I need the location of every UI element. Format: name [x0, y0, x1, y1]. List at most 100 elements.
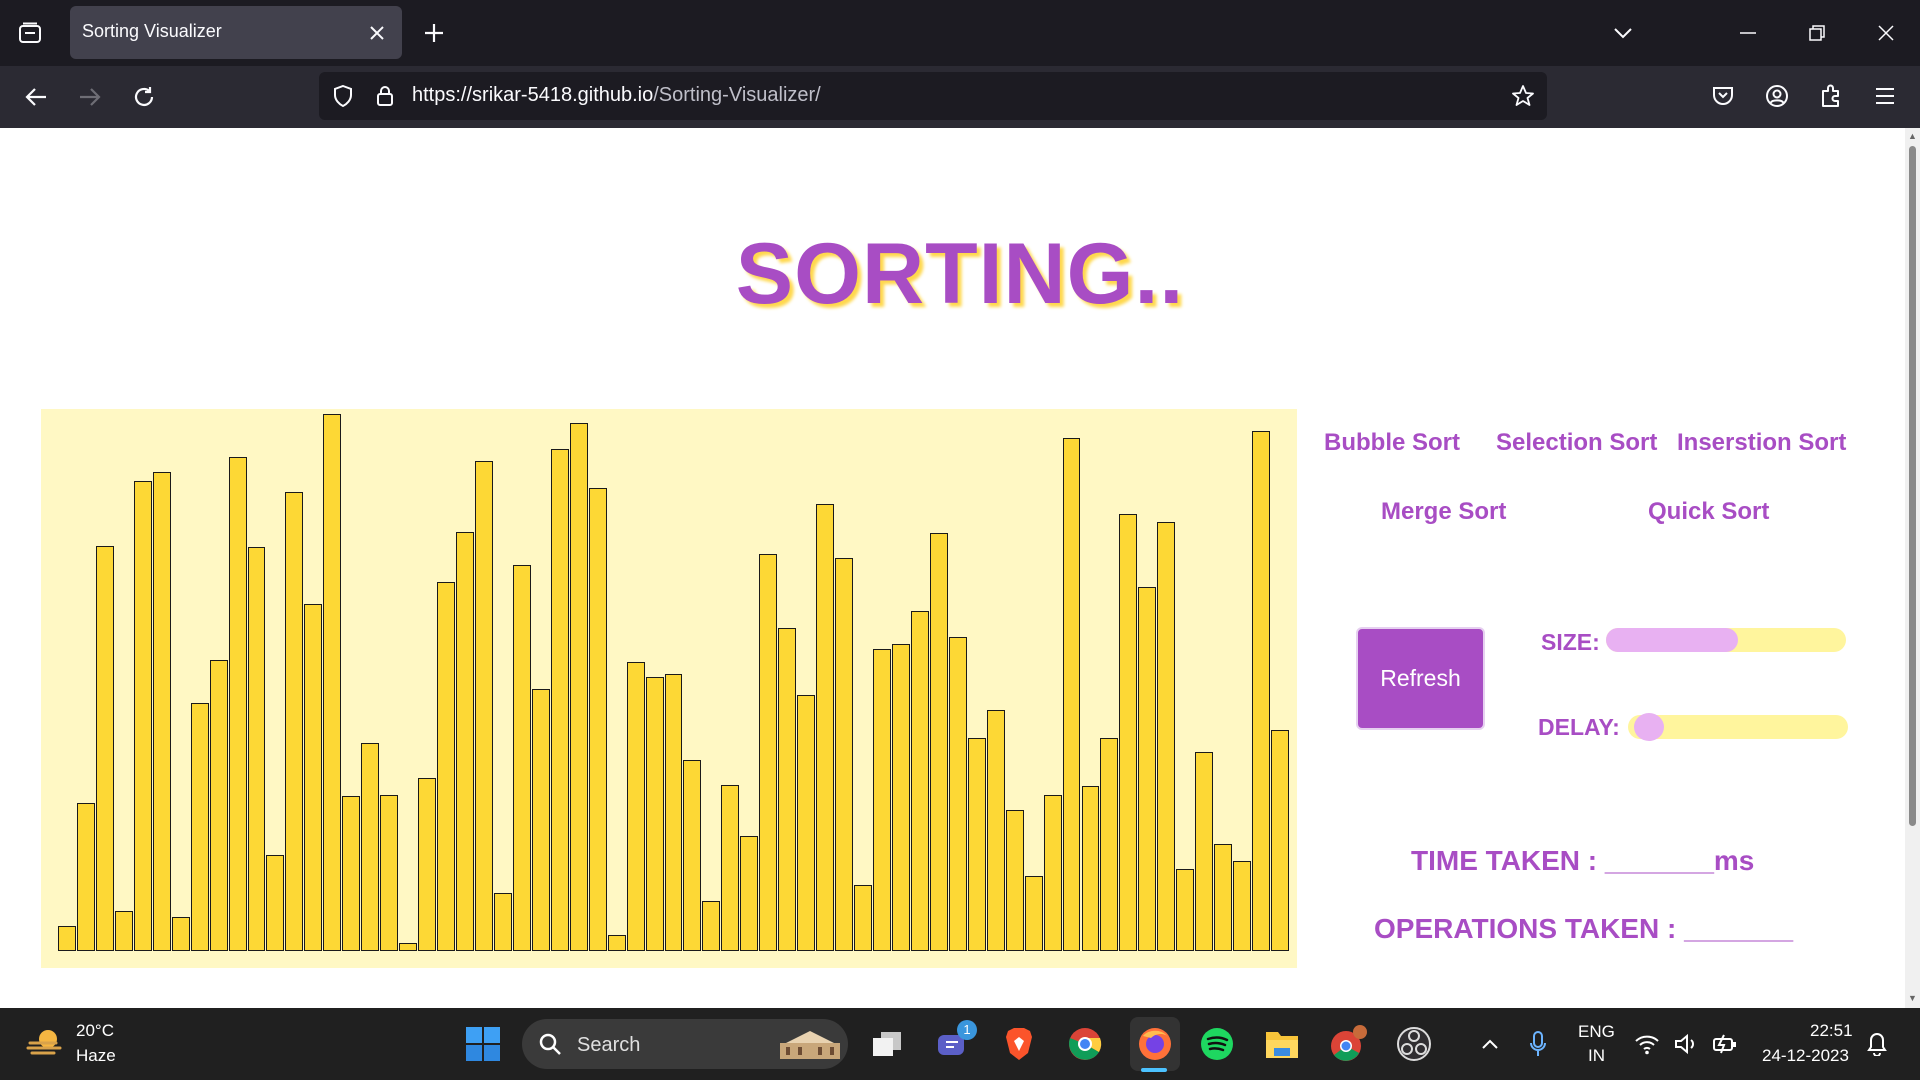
array-bar: [266, 854, 285, 951]
array-bar: [493, 893, 512, 951]
chrome-profile-icon[interactable]: [1328, 1024, 1368, 1064]
restore-icon[interactable]: [1803, 19, 1831, 47]
windows-start-icon[interactable]: [465, 1026, 501, 1062]
array-bar: [645, 676, 664, 951]
quick-sort-button[interactable]: Quick Sort: [1648, 498, 1769, 526]
search-highlight-icon: [778, 1027, 844, 1063]
array-bar: [967, 738, 986, 951]
list-tabs-chevron-icon[interactable]: [1609, 19, 1637, 47]
array-bar: [607, 934, 626, 951]
array-bar: [323, 414, 342, 951]
task-view-icon[interactable]: [867, 1024, 907, 1064]
hamburger-menu-icon[interactable]: [1870, 82, 1900, 110]
array-bar: [171, 917, 190, 951]
weather-description: Haze: [76, 1046, 116, 1065]
extensions-icon[interactable]: [1816, 82, 1846, 110]
array-bar: [891, 643, 910, 951]
clock-date[interactable]: 24-12-2023: [1762, 1046, 1849, 1066]
scroll-down-arrow-icon[interactable]: ▼: [1908, 993, 1917, 1003]
merge-sort-button[interactable]: Merge Sort: [1381, 498, 1506, 526]
size-slider[interactable]: [1606, 628, 1846, 652]
array-bar: [1176, 869, 1195, 951]
weather-haze-icon[interactable]: [26, 1023, 66, 1063]
array-bar: [626, 662, 645, 951]
taskbar-search-placeholder: Search: [577, 1034, 641, 1056]
array-bar: [910, 610, 929, 951]
delay-slider[interactable]: [1628, 713, 1848, 741]
array-bar: [1005, 810, 1024, 951]
url-text[interactable]: https://srikar-5418.github.io/Sorting-Vi…: [412, 84, 821, 107]
array-bar: [1157, 521, 1176, 951]
bubble-sort-button[interactable]: Bubble Sort: [1324, 429, 1460, 457]
array-bar: [304, 603, 323, 951]
language-indicator-top[interactable]: ENG: [1578, 1022, 1615, 1042]
insertion-sort-button[interactable]: Inserstion Sort: [1677, 429, 1846, 457]
array-bar: [399, 943, 418, 951]
microphone-icon[interactable]: [1518, 1024, 1558, 1064]
new-tab-icon[interactable]: [420, 19, 448, 47]
array-bar: [664, 674, 683, 951]
scroll-up-arrow-icon[interactable]: ▲: [1908, 131, 1917, 141]
array-bar: [683, 759, 702, 951]
array-bar: [986, 710, 1005, 951]
array-bar: [1233, 861, 1252, 951]
array-bar: [1214, 843, 1233, 951]
array-bar: [285, 491, 304, 951]
volume-icon[interactable]: [1672, 1024, 1700, 1064]
tab-overview-icon[interactable]: [14, 17, 46, 49]
array-bar: [778, 628, 797, 951]
lock-icon[interactable]: [372, 83, 398, 109]
file-explorer-icon[interactable]: [1262, 1024, 1302, 1064]
notifications-bell-icon[interactable]: [1862, 1024, 1892, 1064]
wifi-icon[interactable]: [1633, 1024, 1661, 1064]
url-host: https://srikar-5418.github.io: [412, 84, 654, 106]
array-bar: [948, 636, 967, 951]
firefox-icon[interactable]: [1130, 1017, 1180, 1071]
brave-browser-icon[interactable]: [999, 1024, 1039, 1064]
array-bar: [873, 649, 891, 951]
array-bar: [797, 695, 816, 951]
size-label: SIZE:: [1541, 629, 1600, 655]
array-bar: [209, 659, 228, 951]
obs-studio-icon[interactable]: [1394, 1024, 1434, 1064]
array-bar: [1100, 737, 1119, 951]
minimize-icon[interactable]: [1734, 19, 1762, 47]
array-bar: [1271, 730, 1289, 951]
array-bar: [361, 742, 380, 951]
array-bar: [247, 547, 266, 951]
reload-icon[interactable]: [128, 83, 160, 111]
firefox-active-indicator: [1141, 1068, 1167, 1072]
battery-charging-icon[interactable]: [1710, 1024, 1740, 1064]
array-bar: [1081, 785, 1100, 951]
close-tab-icon[interactable]: [364, 20, 390, 46]
forward-icon[interactable]: [74, 83, 106, 111]
page-heading: SORTING..: [735, 226, 1185, 322]
array-bar: [1119, 514, 1138, 951]
array-bar: [740, 836, 759, 951]
language-indicator-bottom[interactable]: IN: [1588, 1046, 1605, 1066]
array-bar: [702, 901, 721, 951]
array-bar: [456, 531, 474, 951]
array-bar: [759, 554, 778, 951]
array-bar: [342, 796, 361, 951]
show-hidden-icons-chevron-icon[interactable]: [1470, 1024, 1510, 1064]
time-taken-text: TIME TAKEN : _______ms: [1411, 845, 1755, 876]
refresh-button[interactable]: Refresh: [1356, 627, 1485, 730]
array-bar: [1024, 876, 1043, 951]
back-icon[interactable]: [20, 83, 52, 111]
spotify-icon[interactable]: [1197, 1024, 1237, 1064]
account-icon[interactable]: [1762, 82, 1792, 110]
chrome-icon[interactable]: [1065, 1024, 1105, 1064]
search-icon: [538, 1032, 562, 1056]
close-window-icon[interactable]: [1872, 19, 1900, 47]
clock-time[interactable]: 22:51: [1810, 1021, 1853, 1041]
delay-slider-thumb[interactable]: [1633, 713, 1664, 741]
array-bar: [531, 688, 550, 951]
teams-notification-badge: 1: [957, 1020, 977, 1040]
tracking-shield-icon[interactable]: [330, 83, 356, 109]
bookmark-star-icon[interactable]: [1508, 82, 1538, 110]
array-bar: [816, 504, 835, 951]
pocket-icon[interactable]: [1708, 82, 1738, 110]
array-bar: [228, 456, 247, 951]
selection-sort-button[interactable]: Selection Sort: [1496, 429, 1657, 457]
